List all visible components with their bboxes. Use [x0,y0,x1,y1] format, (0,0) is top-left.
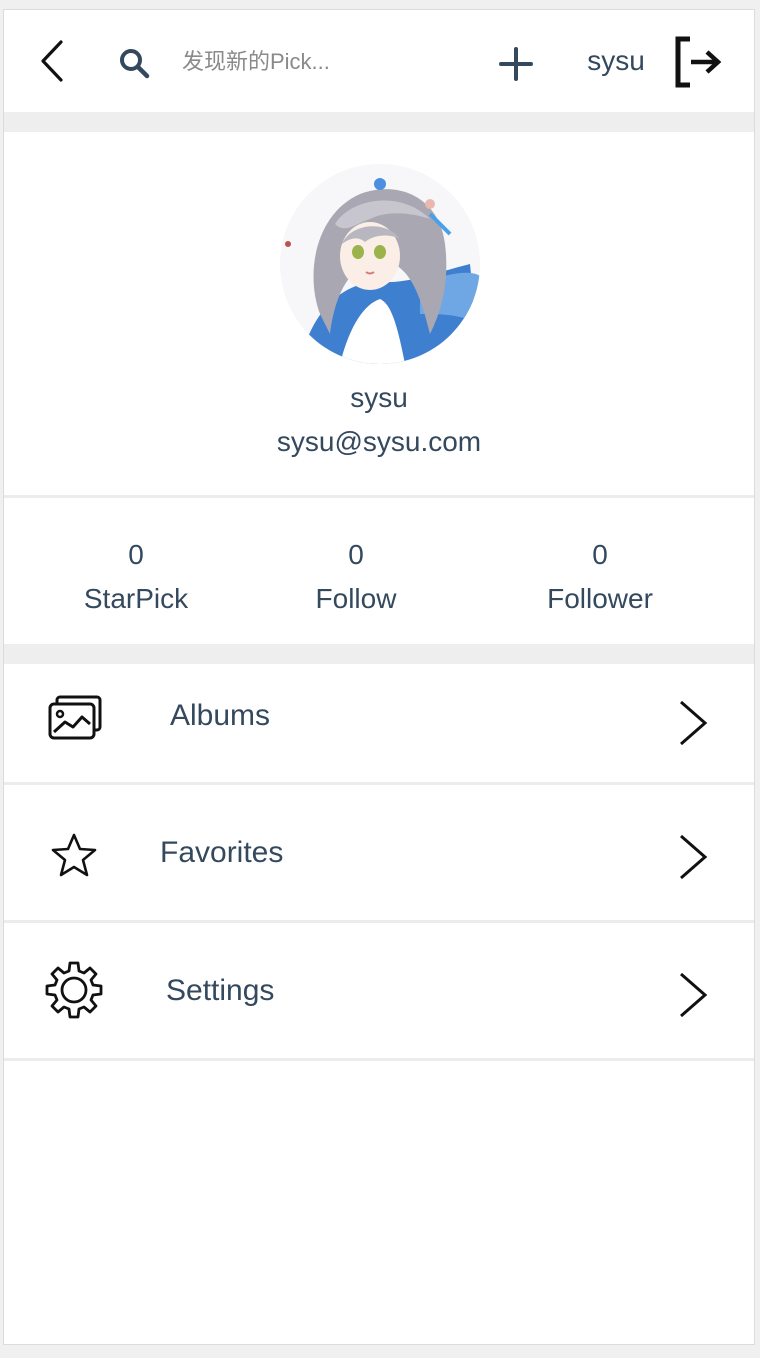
stats-row: 0 StarPick 0 Follow 0 Follower [4,500,754,644]
top-bar: sysu [4,10,754,112]
back-button[interactable] [32,38,72,84]
chevron-right-icon [680,700,708,746]
section-separator [4,112,754,132]
stat-follow[interactable]: 0 Follow [286,536,426,618]
profile-card: sysu sysu@sysu.com [4,132,754,495]
header-username[interactable]: sysu [576,43,656,79]
stat-value: 0 [592,539,608,570]
menu-label: Albums [170,699,271,732]
stat-follower[interactable]: 0 Follower [520,536,680,618]
avatar-image [280,164,480,364]
stat-label: Follow [315,583,397,614]
stat-starpick[interactable]: 0 StarPick [66,536,206,618]
sign-out-icon [675,36,722,88]
profile-name: sysu [350,382,408,413]
plus-icon [499,47,533,81]
chevron-right-icon [680,972,708,1018]
menu-item-favorites[interactable]: Favorites [4,785,754,920]
menu-item-settings[interactable]: Settings [4,923,754,1058]
divider [4,1058,754,1061]
gear-icon [42,959,106,1023]
search-icon[interactable] [116,46,152,80]
stat-label: Follower [547,583,653,614]
albums-icon [46,692,104,742]
profile-email: sysu@sysu.com [276,426,482,457]
section-separator [4,644,754,664]
add-button[interactable] [498,46,534,82]
chevron-left-icon [41,40,63,82]
avatar[interactable] [280,164,480,364]
profile-page: sysu [3,9,755,1345]
search-input[interactable] [180,40,434,84]
chevron-right-icon [680,834,708,880]
stat-value: 0 [348,539,364,570]
menu-item-albums[interactable]: Albums [4,664,754,782]
star-icon [48,831,100,879]
logout-button[interactable] [672,34,726,90]
menu-label: Settings [166,974,275,1007]
menu-label: Favorites [160,836,284,869]
stat-value: 0 [128,539,144,570]
stat-label: StarPick [83,583,189,614]
divider [4,495,754,498]
